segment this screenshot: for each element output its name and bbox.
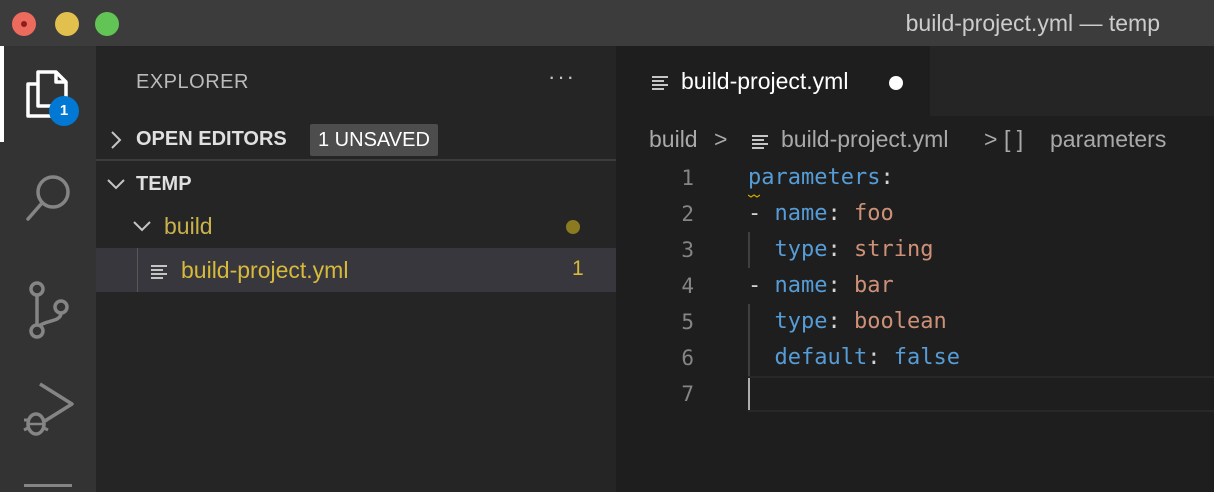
explorer-sidebar: EXPLORER ··· OPEN EDITORS 1 UNSAVED TEMP… (96, 46, 616, 492)
line-number: 3 (681, 238, 694, 262)
yaml-indent (748, 237, 775, 262)
unsaved-badge: 1 UNSAVED (310, 124, 438, 156)
breadcrumb-file[interactable]: build-project.yml (781, 126, 948, 153)
modified-dot (566, 220, 580, 234)
folder-label: build (164, 213, 213, 239)
yaml-punct: : (867, 345, 894, 370)
file-label: build-project.yml (181, 257, 349, 283)
chevron-down-icon (133, 221, 151, 232)
code-line: 3 type: string (616, 234, 1214, 270)
extensions-icon[interactable] (24, 484, 72, 487)
sidebar-title: EXPLORER (136, 71, 249, 93)
open-editors-label: OPEN EDITORS (136, 128, 287, 150)
code-line: 7 (616, 378, 1214, 414)
code-line: 5 type: boolean (616, 306, 1214, 342)
yaml-value: bar (853, 273, 894, 298)
yaml-value: false (893, 345, 960, 370)
window-minimize-button[interactable] (55, 12, 79, 36)
yaml-key: name (774, 273, 828, 298)
yaml-key: type (774, 309, 828, 334)
yaml-value: boolean (853, 309, 947, 334)
workspace-label: TEMP (136, 173, 192, 195)
code-line: 6 default: false (616, 342, 1214, 378)
activity-search[interactable] (0, 154, 96, 244)
yaml-value: foo (853, 201, 894, 226)
tab-build-project[interactable]: build-project.yml (616, 46, 930, 116)
yaml-key: default (774, 345, 868, 370)
more-actions-button[interactable]: ··· (548, 64, 576, 90)
code-line: 4 - name: bar (616, 270, 1214, 306)
breadcrumb-folder[interactable]: build (649, 126, 698, 153)
run-debug-icon (23, 382, 74, 436)
code-line: 2 - name: foo (616, 198, 1214, 234)
breadcrumb-separator: > (984, 126, 998, 152)
line-number: 5 (681, 310, 694, 334)
yaml-key: parameters (748, 165, 881, 190)
file-lines-icon (752, 135, 768, 149)
file-lines-icon (151, 265, 167, 279)
yaml-dash: - (748, 201, 775, 226)
folder-build[interactable]: build (96, 206, 616, 246)
window-close-button[interactable] (12, 12, 36, 36)
file-item-build-project[interactable] (96, 248, 616, 292)
activity-bar: 1 (0, 46, 96, 492)
line-number: 7 (681, 382, 694, 406)
line-number: 2 (681, 202, 694, 226)
yaml-key: type (774, 237, 828, 262)
workspace-section[interactable]: TEMP (96, 164, 616, 204)
code-line: 1 parameters: (616, 162, 1214, 198)
source-control-icon (29, 281, 69, 339)
line-number: 6 (681, 346, 694, 370)
window-title: build-project.yml — temp (905, 10, 1160, 36)
yaml-punct: : (827, 237, 854, 262)
yaml-indent (748, 309, 775, 334)
search-icon (26, 175, 70, 221)
activity-source-control[interactable] (0, 264, 96, 354)
yaml-punct: : (827, 201, 854, 226)
yaml-dash: - (748, 273, 775, 298)
title-bar: build-project.yml — temp (0, 0, 1214, 46)
yaml-punct: : (880, 165, 894, 190)
activity-run-debug[interactable] (0, 372, 96, 462)
problem-count: 1 (572, 257, 584, 280)
tab-label: build-project.yml (681, 68, 849, 94)
activity-explorer[interactable]: 1 (0, 46, 96, 142)
breadcrumb-symbol[interactable]: parameters (1050, 126, 1166, 153)
section-divider (96, 159, 616, 161)
unsaved-dot-icon[interactable] (889, 76, 903, 90)
file-lines-icon (652, 76, 668, 90)
editor-tab-bar: build-project.yml (616, 46, 1214, 116)
active-indicator (0, 46, 4, 142)
line-number: 4 (681, 274, 694, 298)
breadcrumb-separator: > (714, 126, 728, 152)
yaml-punct: : (827, 309, 854, 334)
chevron-down-icon (107, 179, 125, 190)
chevron-right-icon (111, 131, 122, 149)
yaml-punct: : (827, 273, 854, 298)
tree-indent-guide (137, 248, 138, 292)
yaml-key: name (774, 201, 828, 226)
symbol-array-icon: [ ] (1004, 126, 1024, 152)
code-editor[interactable]: build > build-project.yml > [ ] paramete… (616, 116, 1214, 492)
line-number: 1 (681, 166, 694, 190)
window-maximize-button[interactable] (95, 12, 119, 36)
yaml-value: string (853, 237, 934, 262)
yaml-indent (748, 345, 775, 370)
explorer-badge: 1 (49, 96, 79, 126)
